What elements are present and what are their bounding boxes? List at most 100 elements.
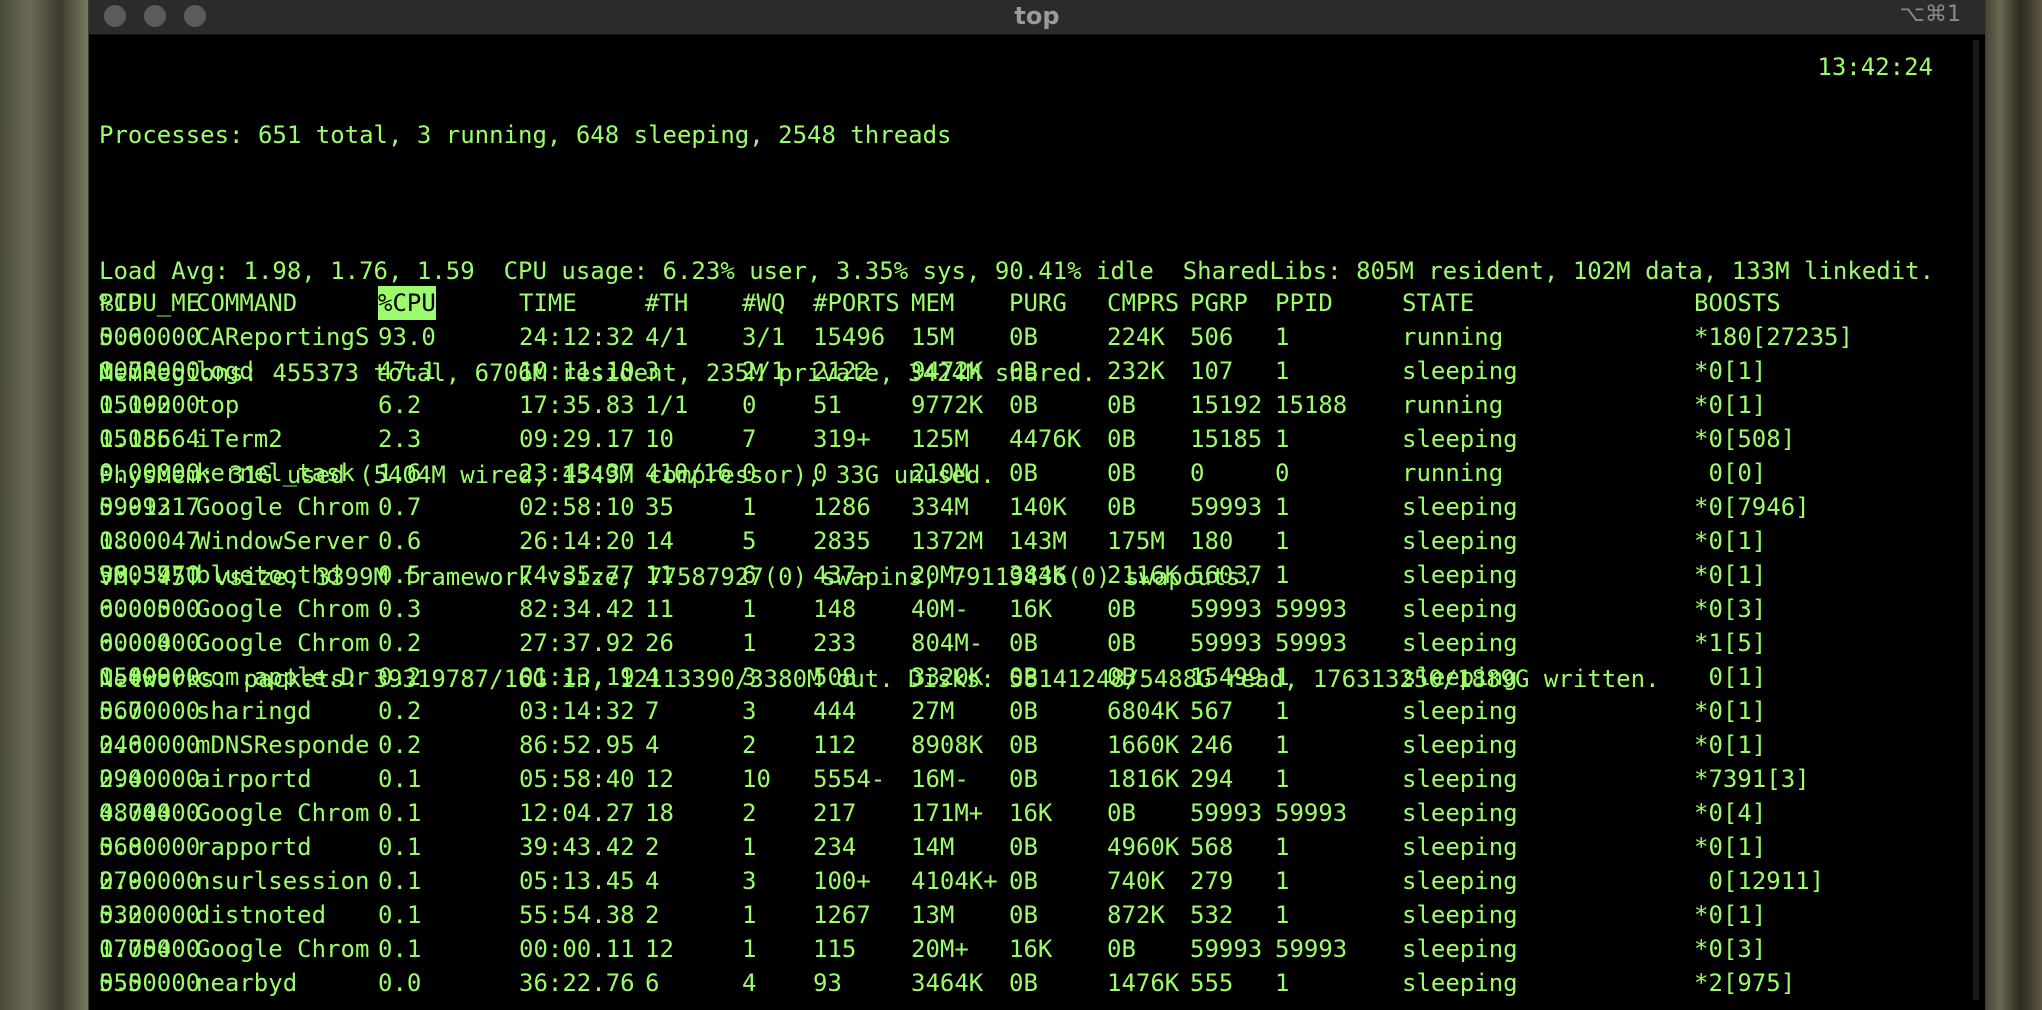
column-header: CMPRS — [1107, 289, 1180, 317]
table-cell: 7 — [645, 697, 660, 725]
table-cell: 872K — [1107, 901, 1165, 929]
table-cell: 0.00000 — [99, 731, 201, 759]
table-cell: rapportd — [196, 833, 312, 861]
table-cell: 10 — [742, 765, 771, 793]
table-cell: 0 — [1190, 459, 1205, 487]
table-cell: 14 — [645, 527, 674, 555]
table-cell: 16K — [1009, 799, 1053, 827]
table-cell: 2 — [645, 901, 660, 929]
table-cell: 0.7 — [378, 493, 422, 521]
column-header: #TH — [645, 289, 689, 317]
table-cell: 1 — [742, 833, 757, 861]
table-cell: 2122 — [813, 357, 871, 385]
table-cell: 01:13.19 — [519, 663, 635, 691]
table-cell: 319+ — [813, 425, 871, 453]
table-cell: 1660K — [1107, 731, 1180, 759]
table-cell: 0[1] — [1694, 663, 1767, 691]
table-cell: 1 — [742, 901, 757, 929]
table-cell: 410/16 — [645, 459, 732, 487]
table-cell: 0.2 — [378, 731, 422, 759]
table-cell: 0B — [1107, 935, 1136, 963]
table-cell: 09:29.17 — [519, 425, 635, 453]
table-cell: sleeping — [1402, 663, 1518, 691]
table-cell: *180[27235] — [1694, 323, 1853, 351]
table-cell: 0.00000 — [99, 663, 201, 691]
title-bar[interactable]: top ⌥⌘1 — [89, 0, 1985, 35]
table-cell: 1 — [1275, 697, 1290, 725]
table-cell: 0.2 — [378, 663, 422, 691]
table-cell: 4 — [645, 663, 660, 691]
table-cell: 0.00000 — [99, 697, 201, 725]
table-cell: 0B — [1009, 833, 1038, 861]
table-cell: 0.01217 — [99, 493, 201, 521]
table-cell: 0[0] — [1694, 459, 1767, 487]
table-cell: 2 — [645, 833, 660, 861]
table-cell: 15499 — [1190, 663, 1263, 691]
table-cell: 0B — [1107, 799, 1136, 827]
table-cell: 4960K — [1107, 833, 1180, 861]
table-cell: 0.00000 — [99, 323, 201, 351]
table-cell: running — [1402, 391, 1504, 419]
table-cell: 0B — [1009, 969, 1038, 997]
table-cell: 59993 — [1190, 799, 1263, 827]
table-cell: 1476K — [1107, 969, 1180, 997]
table-cell: 4 — [645, 731, 660, 759]
table-cell: 0.6 — [378, 527, 422, 555]
terminal-window[interactable]: top ⌥⌘1 Processes: 651 total, 3 running,… — [88, 0, 1986, 1010]
table-cell: 15M — [911, 323, 955, 351]
table-cell: 0.00000 — [99, 391, 201, 419]
table-cell: 1 — [1275, 867, 1290, 895]
table-cell: sleeping — [1402, 697, 1518, 725]
table-cell: 8908K — [911, 731, 984, 759]
table-cell: 112 — [813, 731, 857, 759]
table-cell: 0.5 — [378, 561, 422, 589]
table-cell: 1 — [1275, 425, 1290, 453]
table-cell: 16K — [1009, 595, 1053, 623]
scrollbar[interactable] — [1973, 40, 1979, 1000]
table-cell: 234 — [813, 833, 857, 861]
table-cell: 0.00000 — [99, 969, 201, 997]
table-cell: iTerm2 — [196, 425, 283, 453]
terminal-content[interactable]: Processes: 651 total, 3 running, 648 sle… — [99, 50, 1979, 1010]
table-cell: *0[508] — [1694, 425, 1796, 453]
table-cell: 56037 — [1190, 561, 1263, 589]
table-cell: 804M- — [911, 629, 984, 657]
column-header: STATE — [1402, 289, 1475, 317]
table-cell: 5 — [742, 527, 757, 555]
table-cell: 27M — [911, 697, 955, 725]
table-cell: 233 — [813, 629, 857, 657]
table-cell: 3464K — [911, 969, 984, 997]
table-cell: 1 — [1275, 731, 1290, 759]
table-cell: *0[1] — [1694, 527, 1767, 555]
table-cell: kernel_task — [196, 459, 355, 487]
table-cell: 23:43:37 — [519, 459, 635, 487]
table-cell: bluetoothd — [196, 561, 341, 589]
table-cell: 0.1 — [378, 765, 422, 793]
table-cell: sleeping — [1402, 969, 1518, 997]
table-cell: CAReportingS — [196, 323, 370, 351]
column-header: BOOSTS — [1694, 289, 1781, 317]
table-cell: Google Chrom — [196, 493, 370, 521]
table-cell: 15496 — [813, 323, 886, 351]
table-cell: 17:35.83 — [519, 391, 635, 419]
table-cell: 0 — [742, 459, 757, 487]
table-cell: 11 — [645, 595, 674, 623]
table-cell: 0.00000 — [99, 901, 201, 929]
table-cell: 0.05664 — [99, 425, 201, 453]
table-cell: top — [196, 391, 240, 419]
table-cell: 3 — [742, 663, 757, 691]
table-cell: 0B — [1107, 595, 1136, 623]
table-cell: 0.00000 — [99, 799, 201, 827]
table-cell: 5554- — [813, 765, 886, 793]
table-cell: 1 — [742, 629, 757, 657]
table-cell: *0[1] — [1694, 391, 1767, 419]
table-cell: 0B — [1009, 867, 1038, 895]
table-cell: 1 — [1275, 323, 1290, 351]
table-cell: 13M — [911, 901, 955, 929]
table-cell: *2[975] — [1694, 969, 1796, 997]
table-cell: 0.00000 — [99, 357, 201, 385]
table-cell: 15185 — [1190, 425, 1263, 453]
table-cell: 180 — [1190, 527, 1234, 555]
table-cell: 0.1 — [378, 901, 422, 929]
table-cell: 36:22.76 — [519, 969, 635, 997]
